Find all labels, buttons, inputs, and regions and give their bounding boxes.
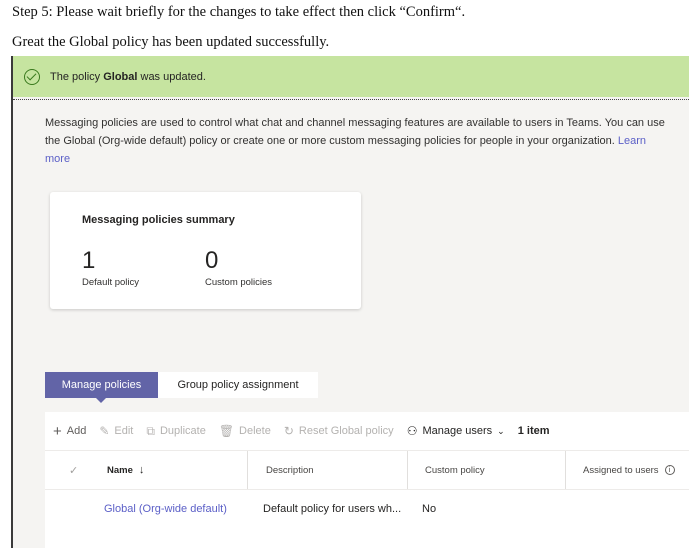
header-divider xyxy=(45,489,689,490)
add-label: Add xyxy=(66,425,87,437)
item-count: 1 item xyxy=(517,425,550,437)
description-text: Messaging policies are used to control w… xyxy=(45,117,665,147)
select-all-checkmark-icon[interactable]: ✓ xyxy=(69,451,78,489)
custom-policy-label: Custom policies xyxy=(205,277,273,288)
column-divider xyxy=(565,451,566,489)
banner-suffix: was updated. xyxy=(137,70,206,83)
policy-description-cell: Default policy for users wh... xyxy=(263,503,402,515)
success-banner: The policy Global was updated. xyxy=(13,56,689,97)
column-divider xyxy=(247,451,248,489)
step-instruction: Step 5: Please wait briefly for the chan… xyxy=(12,4,466,20)
reset-icon: ↻ xyxy=(283,424,294,438)
name-header-label: Name xyxy=(107,464,133,476)
users-icon: ⚇ xyxy=(406,424,418,438)
dotted-divider xyxy=(13,99,689,100)
column-header-description[interactable]: Description xyxy=(266,451,314,489)
check-circle-icon xyxy=(24,68,40,85)
edit-button[interactable]: ✎ Edit xyxy=(99,424,133,438)
add-button[interactable]: + Add xyxy=(53,423,86,440)
teams-admin-screenshot: The policy Global was updated. Messaging… xyxy=(11,56,689,548)
policy-name-link[interactable]: Global (Org-wide default) xyxy=(104,503,227,515)
delete-label: Delete xyxy=(239,425,271,437)
trash-icon: 🗑 xyxy=(218,424,235,438)
info-icon[interactable]: i xyxy=(664,465,675,475)
delete-button[interactable]: 🗑 Delete xyxy=(219,424,271,438)
summary-card: Messaging policies summary 1 Default pol… xyxy=(50,192,361,309)
banner-policy-name: Global xyxy=(103,70,138,83)
plus-icon: + xyxy=(53,422,62,440)
assigned-header-label: Assigned to users xyxy=(583,464,659,476)
custom-policy-cell: No xyxy=(422,503,437,515)
edit-label: Edit xyxy=(114,425,134,437)
pencil-icon: ✎ xyxy=(99,424,110,438)
success-note: Great the Global policy has been updated… xyxy=(12,34,330,50)
tab-manage-policies[interactable]: Manage policies xyxy=(45,372,158,403)
policies-table: ✓ Name ↓ Description Custom policy Assign… xyxy=(45,451,689,548)
column-divider xyxy=(407,451,408,489)
policy-description: Messaging policies are used to control w… xyxy=(45,114,665,168)
column-header-name[interactable]: Name ↓ xyxy=(107,451,144,489)
duplicate-button[interactable]: ⧉ Duplicate xyxy=(146,424,205,439)
summary-title: Messaging policies summary xyxy=(82,214,235,226)
default-policy-label: Default policy xyxy=(82,277,140,288)
copy-icon: ⧉ xyxy=(146,423,155,438)
manage-users-button[interactable]: ⚇ Manage users ⌄ xyxy=(407,424,505,438)
default-policy-count: 1 xyxy=(82,247,96,274)
custom-policy-count: 0 xyxy=(205,247,219,274)
toolbar: + Add ✎ Edit ⧉ Duplicate 🗑 Delete ↻ Reset Glo… xyxy=(45,412,689,451)
reset-global-policy-button[interactable]: ↻ Reset Global policy xyxy=(284,424,394,438)
banner-message: The policy Global was updated. xyxy=(50,71,206,83)
sort-descending-icon: ↓ xyxy=(138,464,145,476)
banner-prefix: The policy xyxy=(50,70,104,83)
column-header-custom-policy[interactable]: Custom policy xyxy=(425,451,485,489)
manage-users-label: Manage users xyxy=(422,425,493,437)
tab-group-policy-assignment[interactable]: Group policy assignment xyxy=(158,372,318,398)
chevron-down-icon: ⌄ xyxy=(497,425,505,436)
duplicate-label: Duplicate xyxy=(159,425,206,437)
column-header-assigned-to-users[interactable]: Assigned to users i xyxy=(583,451,675,489)
reset-label: Reset Global policy xyxy=(298,425,394,437)
